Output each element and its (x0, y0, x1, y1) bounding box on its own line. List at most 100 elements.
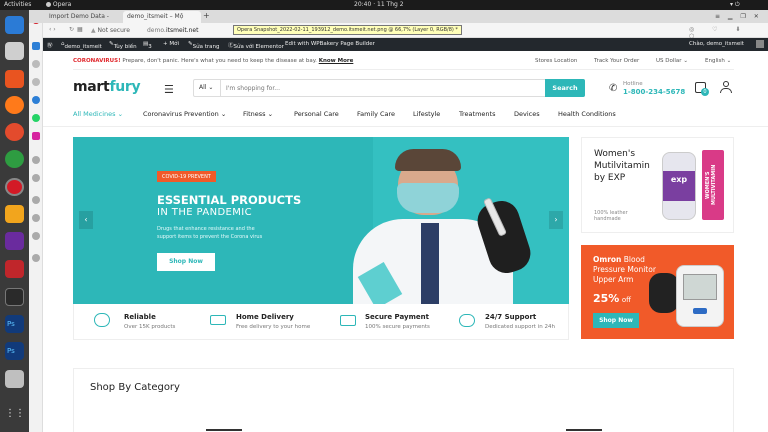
hero-desc-line2: support items to prevent the Corona viru… (157, 234, 263, 240)
new-tab-button[interactable]: + (201, 11, 213, 23)
category-select[interactable]: All ⌄ (194, 80, 221, 96)
slider-next-button[interactable]: › (549, 211, 563, 229)
show-apps-icon[interactable]: ⋮⋮ (5, 408, 25, 426)
photoshop-icon-2[interactable]: Ps (5, 342, 24, 360)
ad2-discount: 25% off (593, 292, 631, 305)
tie (421, 223, 439, 304)
security-indicator[interactable]: ▲ Not secure (91, 27, 130, 34)
url-domain[interactable]: itsmeit.net (166, 27, 198, 34)
send-icon[interactable] (32, 174, 40, 182)
system-tray[interactable]: ▾ ⏻ (730, 1, 740, 9)
phpstorm-icon[interactable] (5, 232, 24, 250)
history-icon[interactable] (32, 78, 40, 86)
page: CORONAVIRUS! Prepare, don't panic. Here'… (43, 51, 768, 432)
chevron-down-icon: ⌄ (267, 110, 274, 118)
nav-fitness[interactable]: Fitness ⌄ (243, 110, 273, 118)
slider-prev-button[interactable]: ‹ (79, 211, 93, 229)
category-thumb[interactable] (206, 429, 242, 431)
wp-new-link[interactable]: + Mới (163, 41, 179, 47)
feature-title: Reliable (124, 313, 156, 321)
divider (43, 126, 768, 127)
feature-subtitle: Dedicated support in 24h (485, 324, 555, 330)
clock[interactable]: 20:40 · 11 Thg 2 (354, 1, 404, 8)
ad2-title: Omron Blood Pressure Monitor Upper Arm (593, 255, 656, 284)
wordpress-icon[interactable]: Ⓦ (47, 41, 53, 49)
stores-location-link[interactable]: Stores Location (535, 58, 577, 64)
tab-demo-itsmeit[interactable]: demo_itsmeit – Mộ (123, 11, 201, 23)
feature-title: 24/7 Support (485, 313, 537, 321)
nav-family-care[interactable]: Family Care (357, 110, 395, 118)
bookmarks-icon[interactable] (32, 60, 40, 68)
ad1-note: 100% leather handmade (594, 210, 628, 222)
photoshop-icon[interactable]: Ps (5, 315, 24, 333)
chrome-icon[interactable] (5, 150, 24, 168)
wp-elementor-link[interactable]: Ⓔ Sửa với Elementor (228, 41, 284, 50)
back-icon[interactable]: ‹ › (49, 26, 56, 33)
hero-slider: ‹ › COVID-19 PREVENT ESSENTIAL PRODUCTS … (73, 137, 569, 304)
disk-icon[interactable] (5, 370, 24, 388)
thunderbird-icon[interactable] (5, 16, 24, 34)
whatsapp-icon[interactable] (32, 114, 40, 122)
chevron-down-icon: ⌄ (220, 110, 227, 118)
more-icon[interactable] (32, 254, 40, 262)
site-logo[interactable]: martfury (73, 79, 141, 95)
app-menu[interactable]: Opera (46, 1, 71, 8)
settings-icon[interactable] (32, 232, 40, 240)
wp-comments-link[interactable]: ▤ 3 (143, 41, 152, 50)
reload-icon[interactable]: ↻ (69, 26, 74, 33)
clock-icon[interactable] (32, 214, 40, 222)
feature-subtitle: 100% secure payments (365, 324, 430, 330)
nav-coronavirus-prevention[interactable]: Coronavirus Prevention ⌄ (143, 110, 226, 118)
messenger-icon[interactable] (32, 96, 40, 104)
nav-personal-care[interactable]: Personal Care (294, 110, 339, 118)
wp-wpbakery-link[interactable]: Edit with WPBakery Page Builder (285, 41, 375, 47)
tab-label: Import Demo Data - (49, 13, 109, 20)
tabs-grid-icon[interactable]: ▦ (77, 26, 83, 33)
software-center-icon[interactable] (5, 70, 24, 88)
speed-dial-icon[interactable] (32, 42, 40, 50)
vpn-icon[interactable] (32, 156, 40, 164)
firefox-dev-icon[interactable] (5, 123, 24, 141)
hamburger-menu-icon[interactable]: ☰ (164, 83, 174, 96)
tab-import-demo[interactable]: Import Demo Data - (45, 11, 123, 23)
hero-shop-now-button[interactable]: Shop Now (157, 253, 215, 271)
chevron-down-icon: ⌄ (726, 58, 732, 64)
ad-womens-multivitamin[interactable]: Women's Mutilvitamin by EXP 100% leather ha… (581, 137, 734, 233)
activities-button[interactable]: Activities (4, 1, 31, 8)
user-account-icon[interactable] (720, 81, 732, 94)
track-order-link[interactable]: Track Your Order (594, 58, 639, 64)
terminal-icon[interactable] (5, 288, 24, 306)
instagram-icon[interactable] (32, 132, 40, 140)
wp-edit-page-link[interactable]: ✎ Sửa trang (188, 41, 219, 50)
nav-all-medicines[interactable]: All Medicines ⌄ (73, 110, 123, 118)
opera-browser-icon[interactable] (5, 178, 24, 196)
ad-omron-monitor[interactable]: Omron Blood Pressure Monitor Upper Arm 2… (581, 245, 734, 339)
window-controls[interactable]: ≡ ▁ ❐ ✕ (711, 11, 767, 23)
heart-icon[interactable] (32, 196, 40, 204)
search-button[interactable]: Search (545, 79, 585, 97)
files-icon[interactable] (5, 42, 24, 60)
truck-icon (210, 315, 226, 325)
url-host[interactable]: demo. (147, 27, 166, 34)
address-bar: ‹ › ↻ ▦ ▲ Not secure demo. itsmeit.net O… (43, 23, 768, 40)
nav-devices[interactable]: Devices (514, 110, 540, 118)
nav-lifestyle[interactable]: Lifestyle (413, 110, 440, 118)
know-more-link[interactable]: Know More (319, 58, 354, 64)
ad2-shop-now-button[interactable]: Shop Now (593, 313, 639, 328)
language-select[interactable]: English ⌄ (705, 58, 731, 64)
wp-customize-link[interactable]: ✎ Tùy biến (109, 41, 137, 50)
search-input[interactable] (224, 81, 524, 95)
feature-title: Secure Payment (365, 313, 429, 321)
category-thumb[interactable] (566, 429, 602, 431)
currency-select[interactable]: US Dollar ⌄ (656, 58, 688, 64)
chevron-down-icon: ⌄ (683, 58, 688, 64)
filezilla-icon[interactable] (5, 260, 24, 278)
nav-treatments[interactable]: Treatments (459, 110, 495, 118)
firefox-icon[interactable] (5, 96, 24, 114)
wp-site-link[interactable]: ⌂ demo_itsmeit (61, 41, 102, 50)
hotline-number[interactable]: 1-800-234-5678 (623, 88, 685, 96)
sublime-text-icon[interactable] (5, 205, 24, 223)
avatar[interactable] (756, 40, 764, 48)
wp-user-greeting[interactable]: Chào, demo_itsmeit (689, 41, 744, 47)
nav-health-conditions[interactable]: Health Conditions (558, 110, 616, 118)
